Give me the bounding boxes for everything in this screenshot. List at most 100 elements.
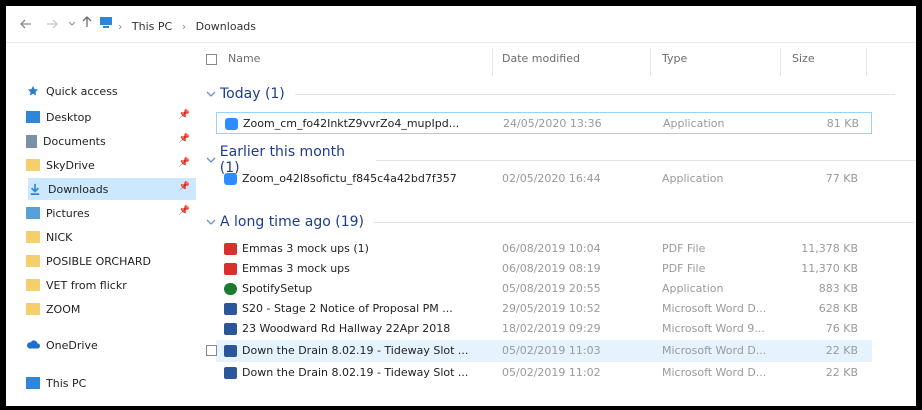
sidebar-item-desktop[interactable]: Desktop 📌 <box>26 106 196 128</box>
sidebar-item-label: POSIBLE ORCHARD <box>46 254 151 268</box>
table-row[interactable]: SpotifySetup 05/08/2019 20:55 Applicatio… <box>216 278 872 300</box>
pdf-icon <box>224 263 237 275</box>
file-name-text: Emmas 3 mock ups <box>242 262 350 275</box>
pc-icon <box>26 377 40 389</box>
column-header-name[interactable]: Name <box>228 52 260 65</box>
table-row[interactable]: Zoom_o42l8sofictu_f845c4a42bd7f357 02/05… <box>216 168 872 190</box>
up-button[interactable] <box>82 16 92 31</box>
word-doc-icon <box>224 303 237 315</box>
group-divider <box>376 159 916 161</box>
sidebar-item-zoom[interactable]: ZOOM <box>26 298 196 320</box>
sidebar-item-label: ZOOM <box>46 302 81 316</box>
row-checkbox[interactable] <box>206 345 217 356</box>
file-type: Application <box>663 117 725 130</box>
table-row[interactable]: S20 - Stage 2 Notice of Proposal PM ... … <box>216 298 872 320</box>
sidebar-item-label: Pictures <box>46 206 90 220</box>
breadcrumb-downloads[interactable]: Downloads <box>196 20 256 33</box>
sidebar-item-quick-access[interactable]: Quick access <box>26 80 196 102</box>
folder-icon <box>26 303 40 315</box>
sidebar-item-label: NICK <box>46 230 73 244</box>
chevron-down-icon <box>206 157 216 163</box>
folder-icon <box>26 279 40 291</box>
downloads-icon <box>30 183 40 195</box>
file-size: 22 KB <box>825 366 858 379</box>
file-size: 77 KB <box>825 172 858 185</box>
sidebar-item-label: Quick access <box>46 84 118 98</box>
table-row[interactable]: Zoom_cm_fo42InktZ9vvrZo4_mupIpd... 24/05… <box>216 112 872 134</box>
address-bar: › This PC › Downloads <box>6 6 916 43</box>
column-header-size[interactable]: Size <box>792 52 815 65</box>
pin-icon[interactable]: 📌 <box>179 182 190 192</box>
sidebar-item-pictures[interactable]: Pictures 📌 <box>26 202 196 224</box>
file-name: Zoom_cm_fo42InktZ9vvrZo4_mupIpd... <box>225 117 495 130</box>
word-doc-icon <box>224 345 237 357</box>
sidebar-item-label: Downloads <box>48 182 109 196</box>
file-size: 883 KB <box>818 282 858 295</box>
file-type: Microsoft Word D... <box>662 366 767 379</box>
table-row[interactable]: 23 Woodward Rd Hallway 22Apr 2018 18/02/… <box>216 318 872 340</box>
group-header-a-long-time-ago[interactable]: A long time ago (19) <box>206 214 914 230</box>
arrow-up-icon <box>82 16 92 27</box>
file-name-text: Emmas 3 mock ups (1) <box>242 242 369 255</box>
pc-location-icon <box>100 17 112 28</box>
file-type: Microsoft Word D... <box>662 302 767 315</box>
forward-button[interactable] <box>46 18 58 32</box>
file-name: Zoom_o42l8sofictu_f845c4a42bd7f357 <box>224 172 494 185</box>
file-date: 29/05/2019 10:52 <box>502 302 601 315</box>
zoom-app-icon <box>225 118 238 130</box>
folder-icon <box>26 255 40 267</box>
file-list: Name Date modified Type Size Today (1) Z… <box>202 42 916 406</box>
pin-icon[interactable]: 📌 <box>179 134 190 144</box>
location-icon <box>99 15 113 32</box>
column-divider[interactable] <box>866 48 867 76</box>
sidebar-item-documents[interactable]: Documents 📌 <box>26 130 196 152</box>
sidebar-item-this-pc[interactable]: This PC <box>26 372 196 394</box>
star-icon <box>27 85 39 96</box>
group-label: Today (1) <box>220 86 285 102</box>
back-button[interactable] <box>20 18 32 32</box>
sidebar-item-vet-from-flickr[interactable]: VET from flickr <box>26 274 196 296</box>
file-name: 23 Woodward Rd Hallway 22Apr 2018 <box>224 322 494 335</box>
file-name-text: Zoom_cm_fo42InktZ9vvrZo4_mupIpd... <box>243 117 460 130</box>
select-all-checkbox[interactable] <box>206 54 217 65</box>
breadcrumb-this-pc[interactable]: This PC <box>132 20 172 33</box>
sidebar-item-label: SkyDrive <box>46 158 95 172</box>
chevron-down-icon <box>68 21 76 26</box>
arrow-left-icon <box>20 19 31 29</box>
navigation-pane: Quick access Desktop 📌 Documents 📌 SkyDr… <box>6 42 202 406</box>
column-divider[interactable] <box>650 48 651 76</box>
sidebar-item-label: This PC <box>46 376 87 390</box>
table-row[interactable]: Down the Drain 8.02.19 - Tideway Slot ..… <box>216 362 872 384</box>
file-date: 05/02/2019 11:02 <box>502 366 601 379</box>
pin-icon[interactable]: 📌 <box>179 158 190 168</box>
column-header-type[interactable]: Type <box>662 52 687 65</box>
table-row[interactable]: Emmas 3 mock ups (1) 06/08/2019 10:04 PD… <box>216 238 872 260</box>
sidebar-item-downloads[interactable]: Downloads 📌 <box>28 178 196 200</box>
column-header-date[interactable]: Date modified <box>502 52 580 65</box>
column-divider[interactable] <box>780 48 781 76</box>
table-row[interactable]: Emmas 3 mock ups 06/08/2019 08:19 PDF Fi… <box>216 258 872 280</box>
sidebar-item-skydrive[interactable]: SkyDrive 📌 <box>26 154 196 176</box>
group-header-today[interactable]: Today (1) <box>206 86 895 102</box>
file-date: 02/05/2020 16:44 <box>502 172 601 185</box>
column-divider[interactable] <box>492 48 493 76</box>
sidebar-item-label: OneDrive <box>46 338 98 352</box>
sidebar-item-posible-orchard[interactable]: POSIBLE ORCHARD <box>26 250 196 272</box>
pin-icon[interactable]: 📌 <box>179 206 190 216</box>
recent-locations-button[interactable] <box>68 17 76 31</box>
file-size: 11,370 KB <box>801 262 858 275</box>
zoom-app-icon <box>224 173 237 185</box>
documents-icon <box>26 134 37 148</box>
pin-icon[interactable]: 📌 <box>179 110 190 120</box>
sidebar-item-onedrive[interactable]: OneDrive <box>26 334 196 356</box>
spotify-icon <box>224 283 237 295</box>
sidebar-item-nick[interactable]: NICK <box>26 226 196 248</box>
table-row[interactable]: Down the Drain 8.02.19 - Tideway Slot ..… <box>206 340 872 362</box>
file-name: Down the Drain 8.02.19 - Tideway Slot ..… <box>224 344 494 357</box>
file-date: 06/08/2019 10:04 <box>502 242 601 255</box>
sidebar-item-label: Desktop <box>46 110 92 124</box>
file-name: S20 - Stage 2 Notice of Proposal PM ... <box>224 302 494 315</box>
cloud-icon <box>27 340 40 349</box>
file-name: SpotifySetup <box>224 282 494 295</box>
file-type: Microsoft Word D... <box>662 344 767 357</box>
